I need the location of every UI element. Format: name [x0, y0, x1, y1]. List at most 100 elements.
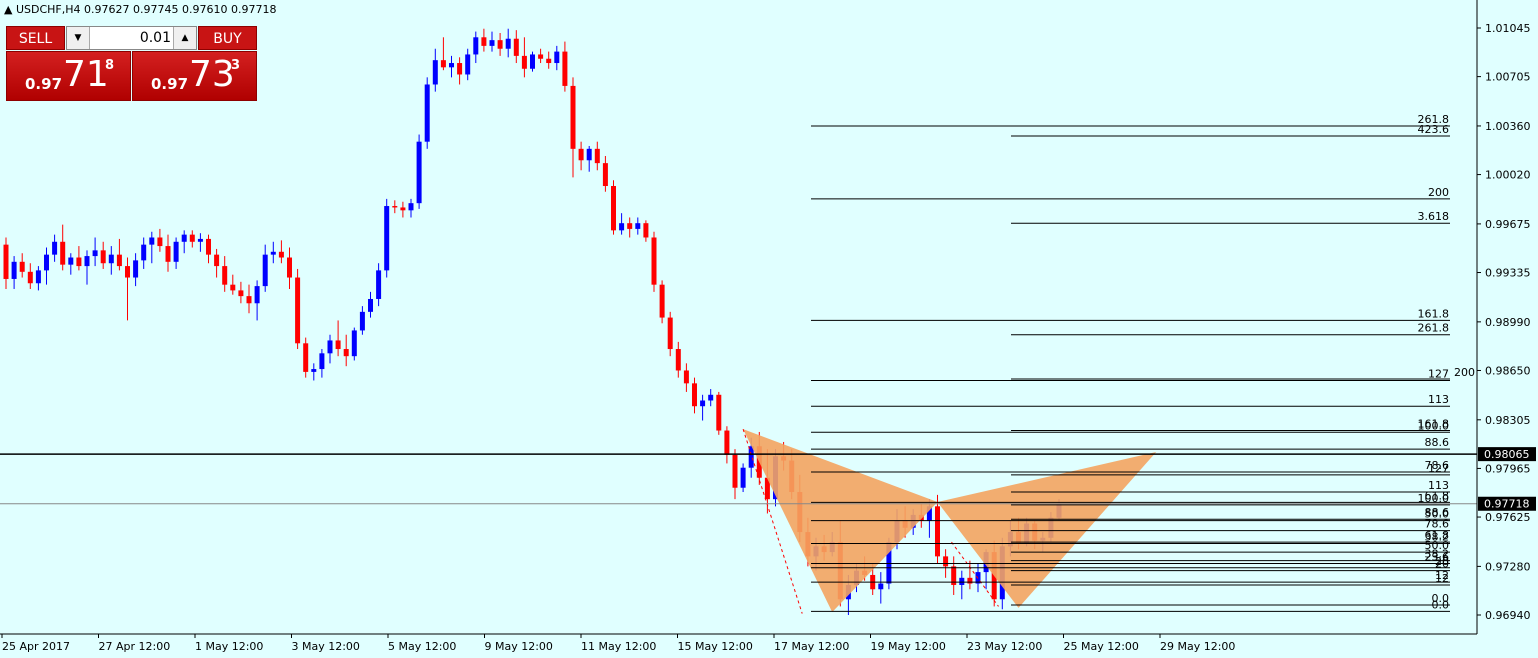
candle-body: [214, 254, 220, 267]
candle-body: [546, 58, 552, 64]
fibo-level-label: 113: [1428, 393, 1449, 406]
price-tick-label: 0.99335: [1485, 267, 1531, 280]
fibo-level-label: 88.6: [1425, 436, 1450, 449]
sell-price-fraction: 8: [105, 58, 115, 73]
fibo-level-label: 423.6: [1418, 123, 1450, 136]
candle-body: [376, 270, 382, 299]
chevron-up-icon[interactable]: ▲: [173, 27, 196, 49]
candle-body: [60, 241, 66, 265]
candle-body: [52, 241, 58, 255]
candle-body: [521, 55, 527, 69]
candle-body: [368, 298, 373, 312]
candle-body: [594, 148, 600, 164]
candle-body: [351, 330, 357, 357]
fibo-level-label: 3.618: [1418, 210, 1450, 223]
time-tick-label: 19 May 12:00: [871, 640, 946, 653]
buy-price-prefix: 0.97: [151, 75, 189, 93]
candle-body: [513, 38, 519, 56]
price-tick-label: 0.99675: [1485, 218, 1531, 231]
fibo-level-label: 113: [1428, 479, 1449, 492]
fibo-level-label: 20: [1435, 558, 1449, 571]
candle-body: [100, 250, 106, 264]
candle-body: [287, 257, 292, 278]
candle-body: [449, 63, 454, 68]
candle-body: [692, 383, 697, 407]
candle-body: [133, 260, 139, 278]
candle-body: [627, 223, 633, 229]
candle-body: [935, 506, 940, 557]
sell-price-button[interactable]: 0.97 71 8: [6, 51, 131, 101]
buy-price-button[interactable]: 0.97 73 3: [132, 51, 257, 101]
buy-button[interactable]: BUY: [198, 26, 257, 50]
candle-body: [173, 241, 179, 262]
candle-body: [635, 223, 641, 229]
fibo-level-label: 127: [1428, 367, 1449, 380]
sell-button[interactable]: SELL: [6, 26, 65, 50]
candle-body: [238, 290, 244, 297]
chart-title: ▲ USDCHF,H4 0.97627 0.97745 0.97610 0.97…: [4, 3, 276, 16]
candle-body: [303, 343, 309, 372]
candle-body: [84, 256, 90, 267]
candle-body: [659, 284, 665, 318]
buy-price-fraction: 3: [231, 58, 241, 73]
candle-body: [473, 37, 479, 55]
candle-body: [651, 237, 657, 285]
price-tick-label: 0.98990: [1485, 316, 1531, 329]
price-tick-label: 0.98650: [1485, 364, 1531, 377]
sell-price-pips: 71: [63, 54, 109, 95]
candle-body: [586, 148, 592, 161]
fibo-level-label: 200: [1428, 186, 1449, 199]
candle-body: [157, 237, 163, 247]
candle-body: [465, 54, 471, 75]
candle-body: [570, 85, 576, 149]
candle-body: [497, 40, 503, 49]
price-tick-label: 0.97625: [1485, 511, 1531, 524]
price-tick-label: 0.96940: [1485, 609, 1531, 622]
candle-body: [878, 583, 884, 590]
candle-body: [538, 54, 544, 59]
candle-body: [116, 254, 122, 267]
candle-body: [530, 54, 535, 69]
price-tick-label: 1.00020: [1485, 169, 1531, 182]
candle-body: [505, 38, 511, 49]
candle-body: [27, 271, 33, 284]
candle-body: [125, 266, 130, 278]
candle-body: [716, 394, 722, 431]
candle-body: [246, 296, 252, 304]
candle-body: [562, 51, 568, 86]
candle-body: [602, 163, 608, 187]
candle-body: [76, 257, 82, 267]
triangle-up-icon[interactable]: ▲: [4, 3, 12, 16]
candle-body: [724, 430, 730, 455]
fibo-level-label: 161.8: [1418, 418, 1450, 431]
time-tick-label: 9 May 12:00: [485, 640, 553, 653]
candle-body: [384, 206, 390, 271]
candle-body: [44, 254, 49, 271]
candle-body: [278, 251, 284, 258]
candle-body: [708, 394, 714, 401]
lot-size-stepper: ▼ ▲: [66, 26, 197, 50]
candle-body: [619, 223, 625, 231]
fibo-level-label: 261.8: [1418, 322, 1450, 335]
candle-body: [270, 251, 276, 255]
candle-body: [92, 250, 98, 257]
price-tick-label: 1.00360: [1485, 120, 1531, 133]
candle-body: [432, 60, 438, 85]
sell-price-prefix: 0.97: [25, 75, 63, 93]
chevron-down-icon[interactable]: ▼: [67, 27, 90, 49]
lot-size-input[interactable]: [91, 29, 171, 47]
candle-body: [440, 60, 446, 68]
candle-body: [335, 340, 341, 350]
candle-body: [489, 40, 495, 46]
candle-body: [700, 400, 706, 407]
time-tick-label: 25 Apr 2017: [2, 640, 70, 653]
candle-body: [254, 286, 260, 304]
fibo-level-label: 127: [1428, 462, 1449, 475]
candle-body: [611, 186, 616, 231]
candle-body: [400, 207, 406, 211]
price-tick-label: 1.01045: [1485, 22, 1531, 35]
candle-body: [416, 141, 422, 204]
candle-body: [578, 148, 584, 161]
time-tick-label: 11 May 12:00: [581, 640, 656, 653]
fibo-level-label: 161.8: [1418, 307, 1450, 320]
